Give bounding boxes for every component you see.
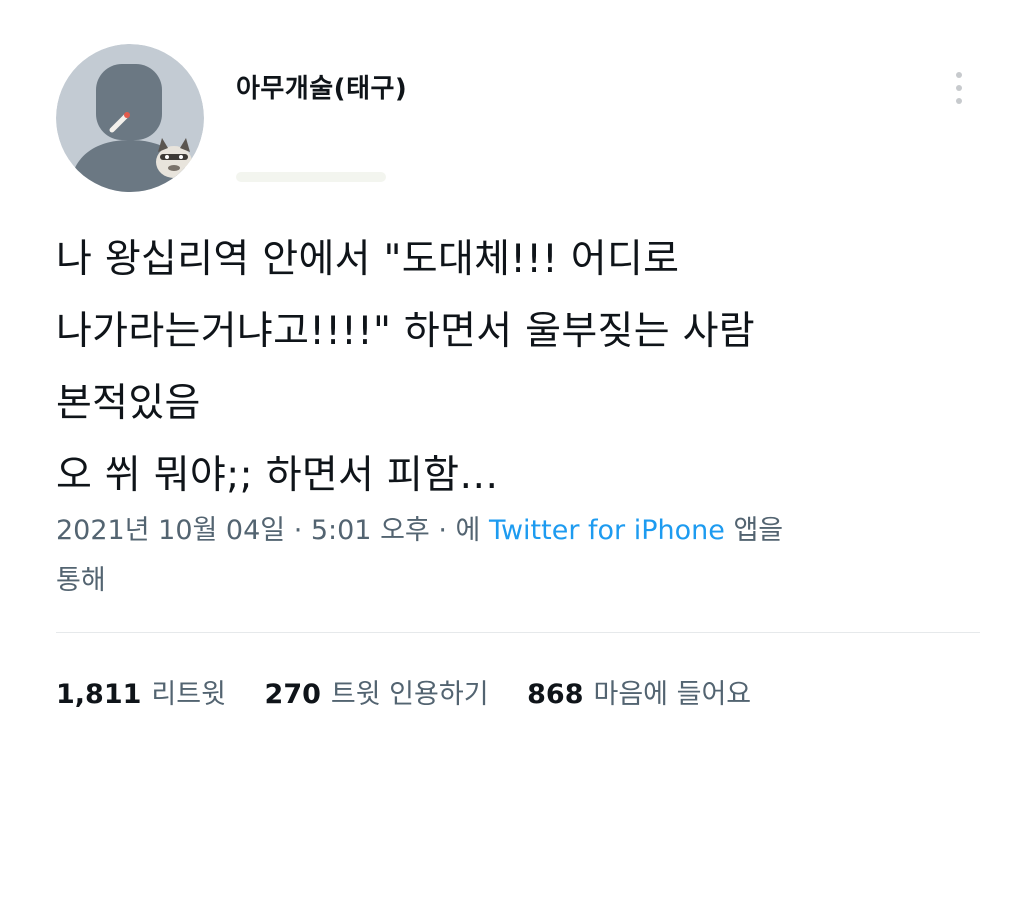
- retweets-label: 리트윗: [151, 679, 226, 710]
- quotes-count: 270: [264, 679, 321, 710]
- avatar[interactable]: [56, 44, 204, 192]
- person-silhouette-icon: [56, 44, 204, 192]
- tweet-text-line: 나 왕십리역 안에서 "도대체!!! 어디로: [56, 237, 680, 282]
- retweets-stat[interactable]: 1,811 리트윗: [56, 670, 226, 720]
- tweet-text: 나 왕십리역 안에서 "도대체!!! 어디로 나가라는거냐고!!!!" 하면서 …: [56, 224, 986, 512]
- tweet-timestamp[interactable]: 2021년 10월 04일 · 5:01 오후 · 에: [56, 515, 480, 546]
- more-dot-icon: [956, 72, 962, 78]
- retweets-count: 1,811: [56, 679, 142, 710]
- source-suffix: 앱을: [733, 515, 784, 546]
- metadata-row: 2021년 10월 04일 · 5:01 오후 · 에 Twitter for …: [56, 506, 976, 556]
- more-dot-icon: [956, 98, 962, 104]
- source-app-link[interactable]: Twitter for iPhone: [489, 515, 725, 546]
- more-options-button[interactable]: [944, 66, 974, 110]
- tweet-card: 아무개술(태구) 나 왕십리역 안에서 "도대체!!! 어디로 나가라는거냐고!…: [0, 0, 1024, 912]
- tweet-text-line: 오 쒸 뭐야;; 하면서 피함…: [56, 453, 499, 498]
- source-suffix-line: 통해: [56, 565, 106, 596]
- tweet-text-line: 나가라는거냐고!!!!" 하면서 울부짖는 사람: [56, 309, 755, 354]
- tweet-text-line: 본적있음: [56, 381, 201, 426]
- quotes-stat[interactable]: 270 트윗 인용하기: [265, 670, 489, 720]
- likes-count: 868: [527, 679, 584, 710]
- more-dot-icon: [956, 85, 962, 91]
- quotes-label: 트윗 인용하기: [330, 679, 489, 710]
- author-display-name[interactable]: 아무개술(태구): [236, 68, 407, 105]
- engagement-stats: 1,811 리트윗 270 트윗 인용하기 868 마음에 들어요: [56, 670, 781, 720]
- likes-label: 마음에 들어요: [593, 679, 752, 710]
- tweet-metadata: 2021년 10월 04일 · 5:01 오후 · 에 Twitter for …: [56, 506, 976, 606]
- author-handle-placeholder: [236, 172, 386, 182]
- divider: [56, 632, 980, 633]
- likes-stat[interactable]: 868 마음에 들어요: [527, 670, 751, 720]
